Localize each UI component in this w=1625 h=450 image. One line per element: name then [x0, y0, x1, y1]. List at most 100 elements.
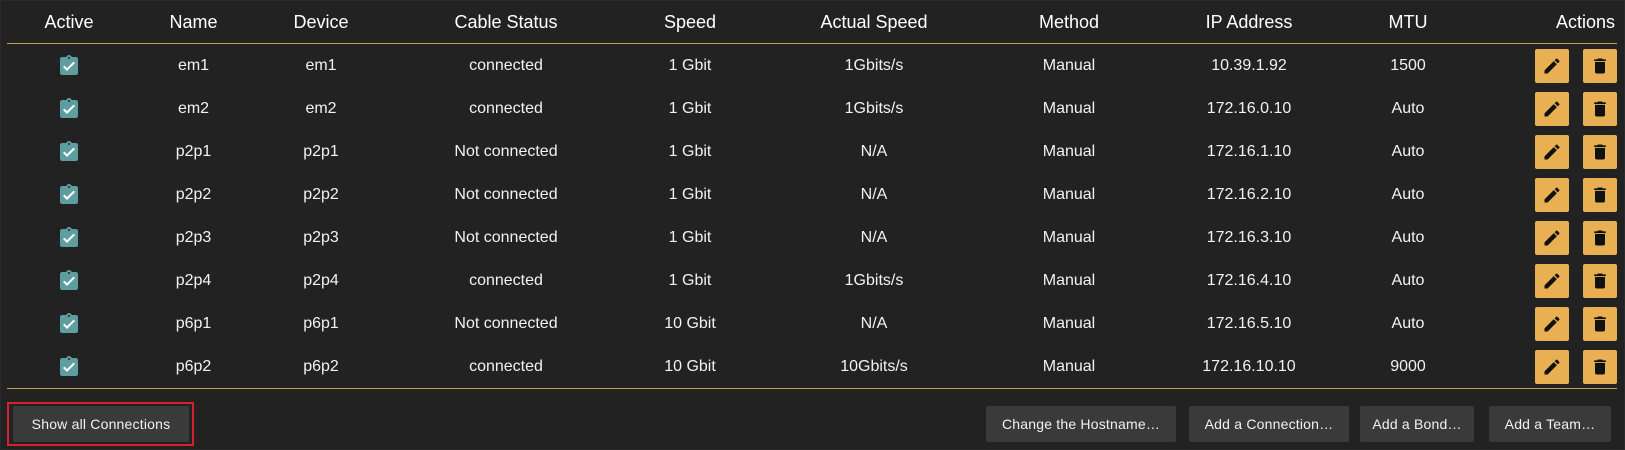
ip-address-cell: 172.16.1.10 [1206, 142, 1292, 160]
edit-button[interactable] [1535, 48, 1569, 83]
edit-button[interactable] [1535, 306, 1569, 341]
cable-status-cell: connected [386, 345, 626, 389]
method-cell: Manual [1042, 228, 1096, 246]
speed-cell: 1 Gbit [668, 142, 712, 160]
method-cell: Manual [1042, 56, 1096, 74]
actions-cell [1462, 173, 1617, 216]
add-team-button[interactable]: Add a Team… [1489, 406, 1611, 442]
cable-status-cell: connected [469, 271, 543, 289]
mtu-cell: Auto [1391, 185, 1425, 203]
device-cell: p6p2 [256, 345, 386, 389]
delete-button[interactable] [1583, 220, 1617, 255]
delete-button[interactable] [1583, 48, 1617, 83]
actions-cell [1462, 302, 1617, 345]
column-header-device: Device [256, 1, 386, 44]
clipboard-check-icon[interactable] [57, 312, 81, 336]
show-all-connections-button[interactable]: Show all Connections [13, 406, 189, 442]
delete-button[interactable] [1583, 134, 1617, 169]
mtu-cell: Auto [1391, 142, 1425, 160]
speed-cell: 1 Gbit [668, 185, 712, 203]
clipboard-check-icon[interactable] [57, 226, 81, 250]
name-cell: p2p2 [175, 185, 212, 203]
ip-address-cell: 172.16.4.10 [1206, 271, 1292, 289]
actual-speed-cell: 10Gbits/s [754, 345, 994, 389]
name-cell: p2p4 [175, 271, 212, 289]
table-row: em2 em2 connected 1 Gbit 1Gbits/s Manual 172.1… [7, 87, 1617, 130]
method-cell: Manual [1042, 271, 1096, 289]
cable-status-cell: connected [469, 56, 543, 74]
active-cell [7, 216, 131, 259]
table-row: p6p2 p6p2 connected 10 Gbit 10Gbits/s Manual 1… [7, 345, 1617, 389]
mtu-cell: Auto [1391, 228, 1425, 246]
name-cell: em1 [177, 56, 210, 74]
ip-address-cell: 172.16.2.10 [1206, 185, 1292, 203]
actual-speed-cell: N/A [860, 142, 888, 160]
column-header-method: Method [994, 1, 1144, 44]
change-hostname-button[interactable]: Change the Hostname… [986, 406, 1176, 442]
delete-button[interactable] [1583, 349, 1617, 384]
add-connection-button[interactable]: Add a Connection… [1189, 406, 1349, 442]
actions-cell [1462, 259, 1617, 302]
device-cell: p2p1 [303, 142, 339, 160]
connections-table-wrap: Active Name Device Cable Status Speed Ac… [7, 1, 1617, 389]
table-row: em1 em1 connected 1 Gbit 1Gbits/s Manual 10.39… [7, 44, 1617, 88]
table-row: p2p2 p2p2 Not connected 1 Gbit N/A Manual 172.… [7, 173, 1617, 216]
speed-cell: 10 Gbit [626, 345, 754, 389]
clipboard-check-icon[interactable] [57, 97, 81, 121]
actions-cell [1462, 44, 1617, 88]
clipboard-check-icon[interactable] [57, 54, 81, 78]
column-header-active: Active [7, 1, 131, 44]
method-cell: Manual [1042, 314, 1096, 332]
active-cell [7, 173, 131, 216]
mtu-cell: 9000 [1354, 345, 1462, 389]
device-cell: em2 [305, 99, 337, 117]
active-cell [7, 87, 131, 130]
name-cell: em2 [177, 99, 210, 117]
speed-cell: 1 Gbit [668, 271, 712, 289]
edit-button[interactable] [1535, 177, 1569, 212]
name-cell: p6p2 [131, 345, 256, 389]
add-bond-button[interactable]: Add a Bond… [1360, 406, 1474, 442]
column-header-actual-speed: Actual Speed [754, 1, 994, 44]
mtu-cell: Auto [1391, 99, 1425, 117]
ip-address-cell: 172.16.10.10 [1144, 345, 1354, 389]
actual-speed-cell: N/A [860, 185, 888, 203]
clipboard-check-icon[interactable] [57, 269, 81, 293]
clipboard-check-icon[interactable] [57, 183, 81, 207]
column-header-ip-address: IP Address [1144, 1, 1354, 44]
delete-button[interactable] [1583, 306, 1617, 341]
edit-button[interactable] [1535, 263, 1569, 298]
name-cell: p6p1 [175, 314, 212, 332]
edit-button[interactable] [1535, 220, 1569, 255]
column-header-name: Name [131, 1, 256, 44]
active-cell [7, 345, 131, 389]
speed-cell: 1 Gbit [668, 56, 712, 74]
cable-status-cell: Not connected [454, 228, 558, 246]
clipboard-check-icon[interactable] [57, 355, 81, 379]
edit-button[interactable] [1535, 91, 1569, 126]
actions-cell [1462, 87, 1617, 130]
cable-status-cell: Not connected [454, 314, 558, 332]
column-header-cable-status: Cable Status [386, 1, 626, 44]
table-row: p6p1 p6p1 Not connected 10 Gbit N/A Manual 172… [7, 302, 1617, 345]
name-cell: p2p3 [175, 228, 212, 246]
speed-cell: 1 Gbit [668, 228, 712, 246]
column-header-mtu: MTU [1354, 1, 1462, 44]
mtu-cell: 1500 [1390, 56, 1426, 74]
device-cell: p6p1 [303, 314, 339, 332]
active-cell [7, 130, 131, 173]
table-row: p2p3 p2p3 Not connected 1 Gbit N/A Manual 172.… [7, 216, 1617, 259]
table-body: em1 em1 connected 1 Gbit 1Gbits/s Manual 10.39… [7, 44, 1617, 389]
edit-button[interactable] [1535, 349, 1569, 384]
cable-status-cell: Not connected [454, 142, 558, 160]
method-cell: Manual [1042, 99, 1096, 117]
cable-status-cell: connected [469, 99, 543, 117]
edit-button[interactable] [1535, 134, 1569, 169]
table-row: p2p1 p2p1 Not connected 1 Gbit N/A Manual 172.… [7, 130, 1617, 173]
delete-button[interactable] [1583, 91, 1617, 126]
delete-button[interactable] [1583, 263, 1617, 298]
actual-speed-cell: N/A [860, 228, 888, 246]
delete-button[interactable] [1583, 177, 1617, 212]
device-cell: em1 [305, 56, 337, 74]
clipboard-check-icon[interactable] [57, 140, 81, 164]
